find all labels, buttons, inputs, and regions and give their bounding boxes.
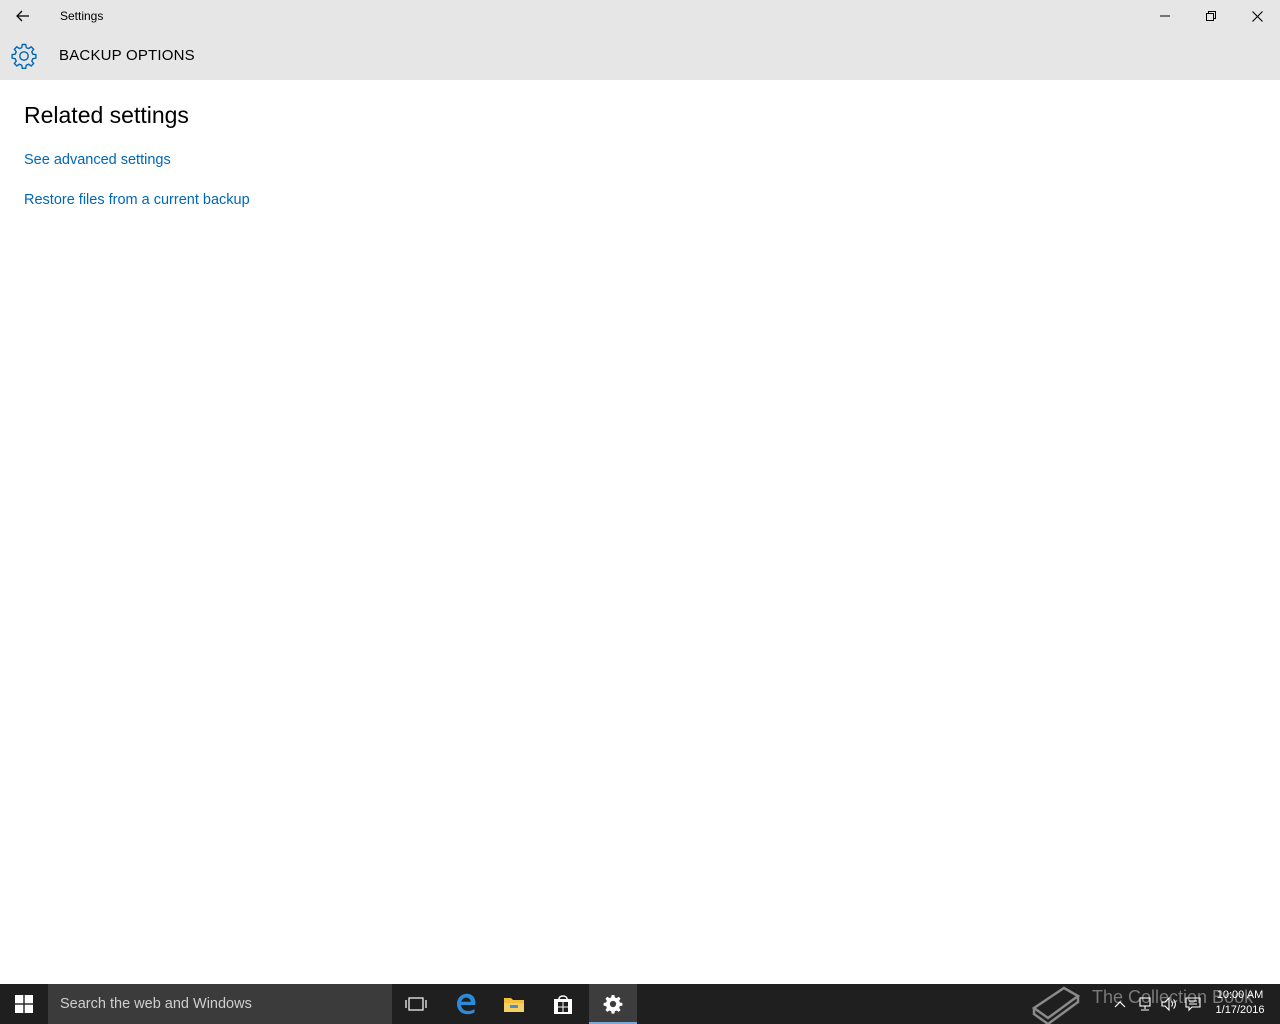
network-icon (1139, 997, 1151, 1011)
page-title: BACKUP OPTIONS (59, 47, 195, 64)
clock-time: 10:00 AM (1216, 989, 1264, 1001)
back-arrow-icon (16, 10, 29, 22)
chevron-up-icon (1114, 1001, 1126, 1008)
taskbar-clock[interactable]: 10:00 AM 1/17/2016 (1212, 988, 1268, 1018)
taskbar: Search the web and Windows The Collectio… (0, 984, 1280, 1024)
action-center-button[interactable] (1183, 994, 1203, 1014)
settings-icon (603, 994, 623, 1014)
task-view-icon (405, 997, 427, 1011)
restore-button[interactable] (1188, 0, 1234, 32)
start-button[interactable] (0, 984, 48, 1024)
restore-files-link[interactable]: Restore files from a current backup (24, 192, 250, 208)
file-explorer-icon (504, 998, 524, 1012)
show-hidden-icons-button[interactable] (1110, 994, 1130, 1014)
network-button[interactable] (1135, 994, 1155, 1014)
clock-date: 1/17/2016 (1215, 1004, 1265, 1016)
search-placeholder: Search the web and Windows (60, 996, 252, 1012)
volume-icon (1161, 996, 1176, 1012)
edge-button[interactable] (442, 984, 490, 1024)
see-advanced-settings-link[interactable]: See advanced settings (24, 152, 171, 168)
store-button[interactable] (539, 984, 587, 1024)
minimize-button[interactable] (1142, 0, 1188, 32)
back-button[interactable] (0, 0, 46, 32)
edge-icon (457, 993, 476, 1015)
taskbar-search-box[interactable]: Search the web and Windows (48, 984, 392, 1024)
restore-icon (1206, 11, 1216, 21)
settings-taskbar-button[interactable] (589, 984, 637, 1024)
window-title: Settings (60, 9, 104, 23)
title-bar: Settings (0, 0, 1280, 32)
file-explorer-button[interactable] (490, 984, 538, 1024)
related-settings-heading: Related settings (24, 102, 189, 128)
close-icon (1251, 10, 1263, 22)
minimize-icon (1160, 15, 1170, 17)
store-icon (554, 995, 572, 1014)
task-view-button[interactable] (392, 984, 440, 1024)
action-center-icon (1185, 997, 1201, 1012)
volume-button[interactable] (1159, 994, 1179, 1014)
page-header: BACKUP OPTIONS (0, 32, 1280, 80)
windows-logo-icon (15, 995, 33, 1013)
book-icon (1031, 986, 1081, 1024)
close-button[interactable] (1234, 0, 1280, 32)
gear-icon (11, 43, 37, 69)
